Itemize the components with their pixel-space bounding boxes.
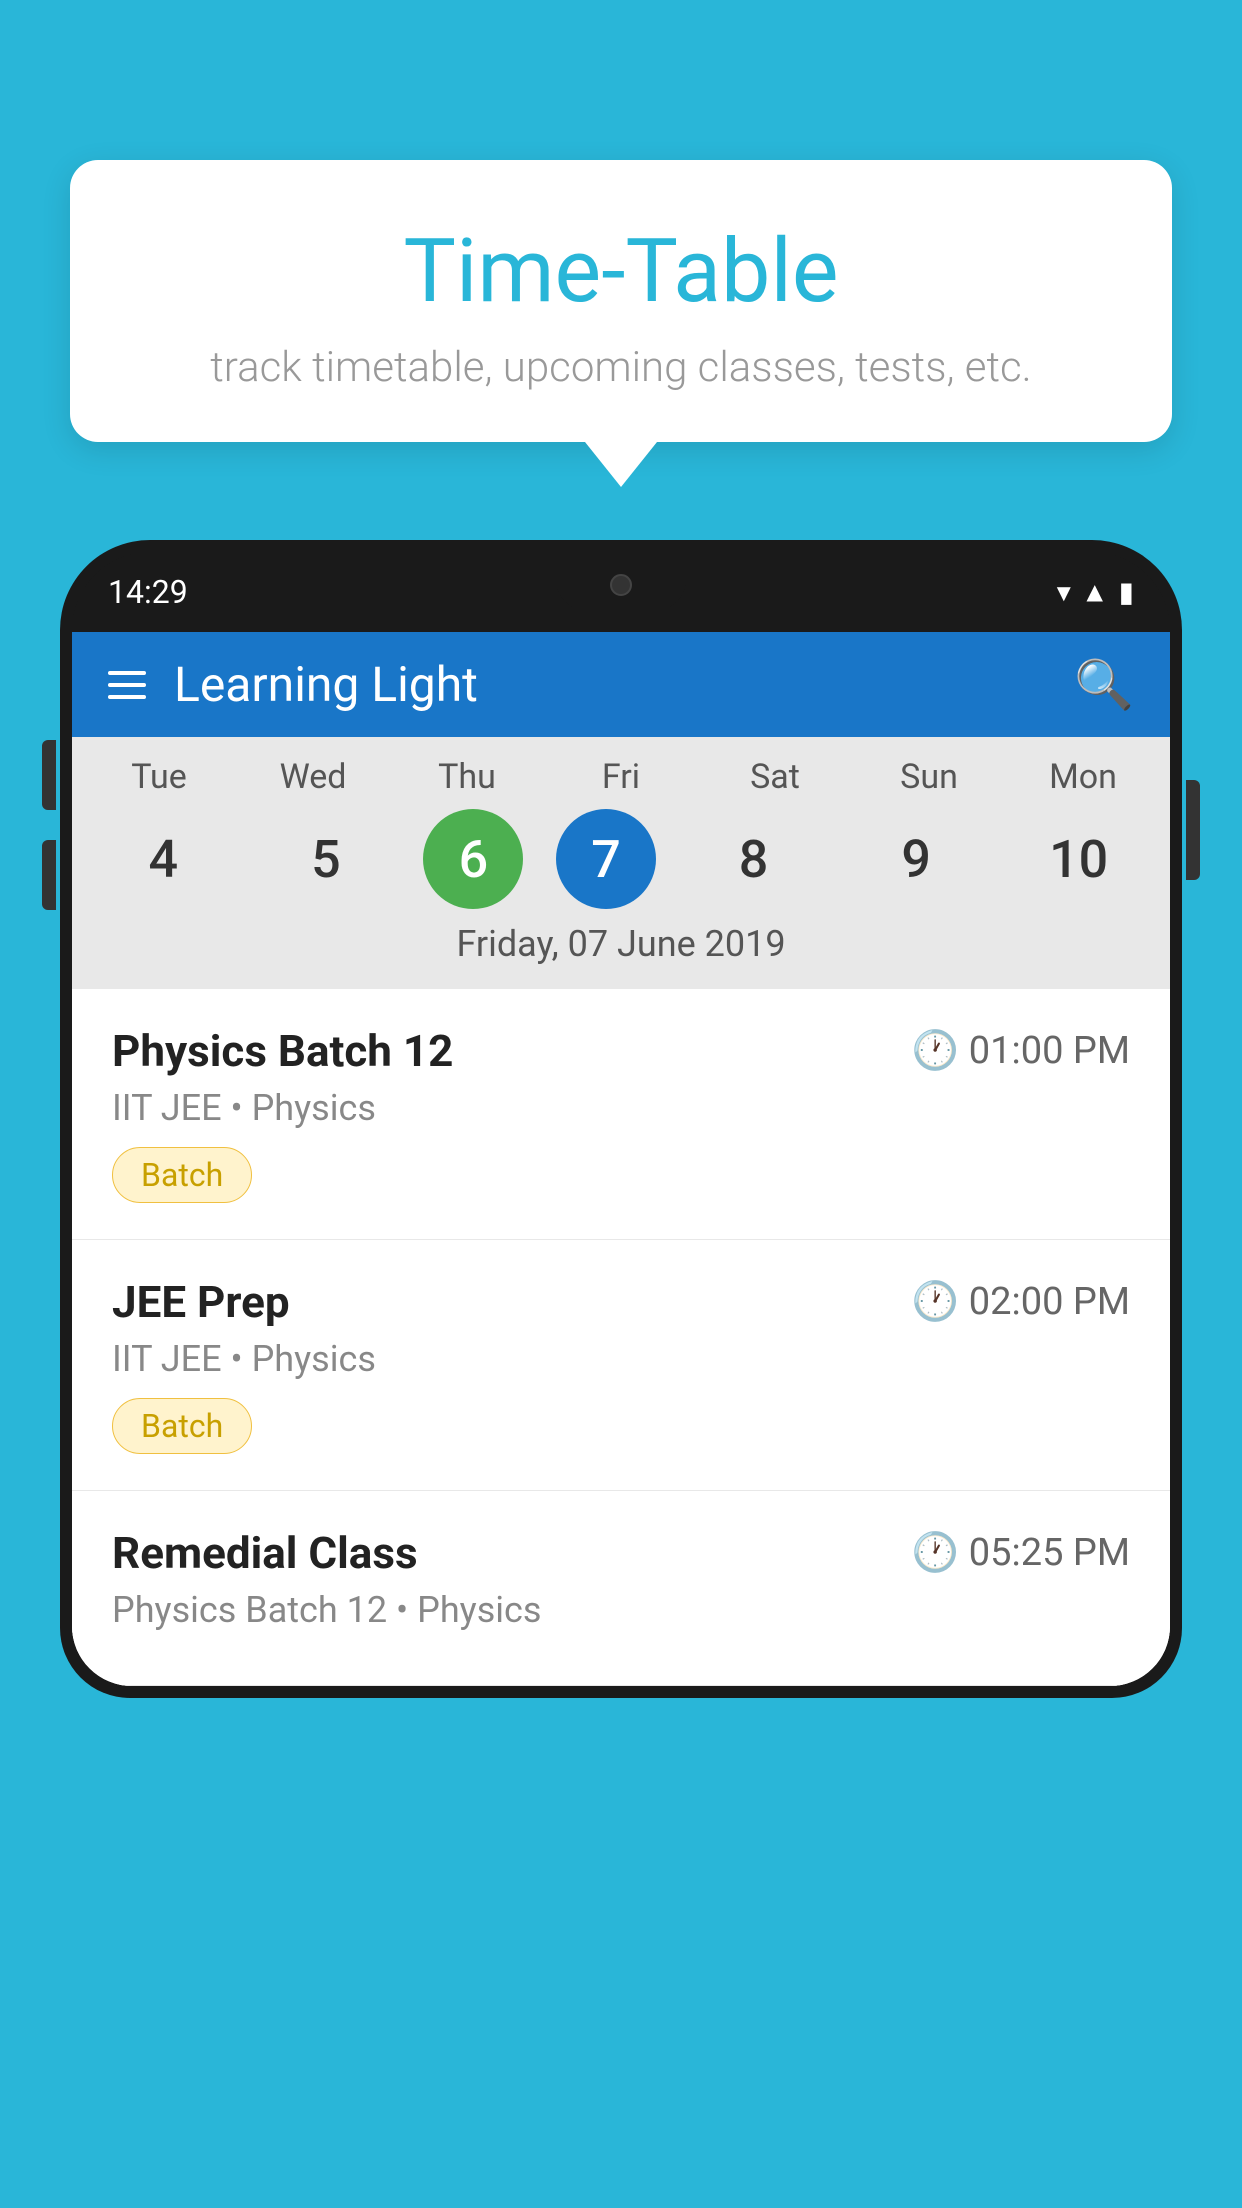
day-4[interactable]: 4 [98,809,228,909]
phone-screen: Learning Light 🔍 Tue Wed Thu Fri Sat Sun… [72,632,1170,1686]
day-header-mon: Mon [1018,757,1148,797]
schedule-list: Physics Batch 12 🕐 01:00 PM IIT JEE • Ph… [72,989,1170,1686]
day-header-sat: Sat [710,757,840,797]
volume-up-button[interactable] [42,740,56,810]
phone-notch [556,560,686,610]
app-header: Learning Light 🔍 [72,632,1170,737]
status-time: 14:29 [108,573,188,611]
day-9[interactable]: 9 [851,809,981,909]
schedule-item-3-title: Remedial Class [112,1527,418,1579]
menu-button[interactable] [108,671,146,699]
day-header-fri: Fri [556,757,686,797]
day-header-sun: Sun [864,757,994,797]
signal-icon: ▲ [1081,576,1109,609]
hamburger-line-3 [108,695,146,699]
schedule-item-1-time: 🕐 01:00 PM [911,1029,1130,1073]
schedule-item-3-time: 🕐 05:25 PM [911,1531,1130,1575]
tooltip-card: Time-Table track timetable, upcoming cla… [70,160,1172,442]
schedule-item-2-subtitle: IIT JEE • Physics [112,1338,1130,1380]
clock-icon-1: 🕐 [911,1029,958,1073]
power-button[interactable] [1186,780,1200,880]
tooltip-title: Time-Table [140,220,1102,323]
clock-icon-3: 🕐 [911,1531,958,1575]
day-6-today[interactable]: 6 [423,809,523,909]
clock-icon-2: 🕐 [911,1280,958,1324]
schedule-item-1-subtitle: IIT JEE • Physics [112,1087,1130,1129]
schedule-item-2-time: 🕐 02:00 PM [911,1280,1130,1324]
front-camera [610,574,632,596]
hamburger-line-2 [108,683,146,687]
day-5[interactable]: 5 [261,809,391,909]
batch-badge-2: Batch [112,1398,252,1454]
day-7-selected[interactable]: 7 [556,809,656,909]
day-8[interactable]: 8 [689,809,819,909]
schedule-item-2-title: JEE Prep [112,1276,290,1328]
day-headers: Tue Wed Thu Fri Sat Sun Mon [82,757,1160,797]
app-title: Learning Light [174,656,478,713]
volume-down-button[interactable] [42,840,56,910]
phone-top-bar: 14:29 ▾ ▲ ▮ [72,552,1170,632]
schedule-item-1[interactable]: Physics Batch 12 🕐 01:00 PM IIT JEE • Ph… [72,989,1170,1240]
phone-wrapper: 14:29 ▾ ▲ ▮ Learning Light [60,540,1182,2208]
schedule-item-3[interactable]: Remedial Class 🕐 05:25 PM Physics Batch … [72,1491,1170,1686]
schedule-item-3-subtitle: Physics Batch 12 • Physics [112,1589,1130,1631]
selected-date-label: Friday, 07 June 2019 [82,909,1160,973]
calendar-strip: Tue Wed Thu Fri Sat Sun Mon 4 5 6 7 8 9 … [72,737,1170,989]
batch-badge-1: Batch [112,1147,252,1203]
phone-outer: 14:29 ▾ ▲ ▮ Learning Light [60,540,1182,1698]
hamburger-line-1 [108,671,146,675]
day-header-thu: Thu [402,757,532,797]
search-icon[interactable]: 🔍 [1074,656,1134,713]
schedule-item-1-header: Physics Batch 12 🕐 01:00 PM [112,1025,1130,1077]
schedule-item-1-title: Physics Batch 12 [112,1025,453,1077]
app-header-left: Learning Light [108,656,478,713]
tooltip-subtitle: track timetable, upcoming classes, tests… [140,343,1102,392]
schedule-item-2-header: JEE Prep 🕐 02:00 PM [112,1276,1130,1328]
status-icons: ▾ ▲ ▮ [1057,576,1134,609]
schedule-item-2[interactable]: JEE Prep 🕐 02:00 PM IIT JEE • Physics Ba… [72,1240,1170,1491]
battery-icon: ▮ [1119,576,1134,609]
day-header-wed: Wed [248,757,378,797]
schedule-item-3-header: Remedial Class 🕐 05:25 PM [112,1527,1130,1579]
day-numbers: 4 5 6 7 8 9 10 [82,809,1160,909]
day-10[interactable]: 10 [1014,809,1144,909]
wifi-icon: ▾ [1057,576,1071,609]
day-header-tue: Tue [94,757,224,797]
